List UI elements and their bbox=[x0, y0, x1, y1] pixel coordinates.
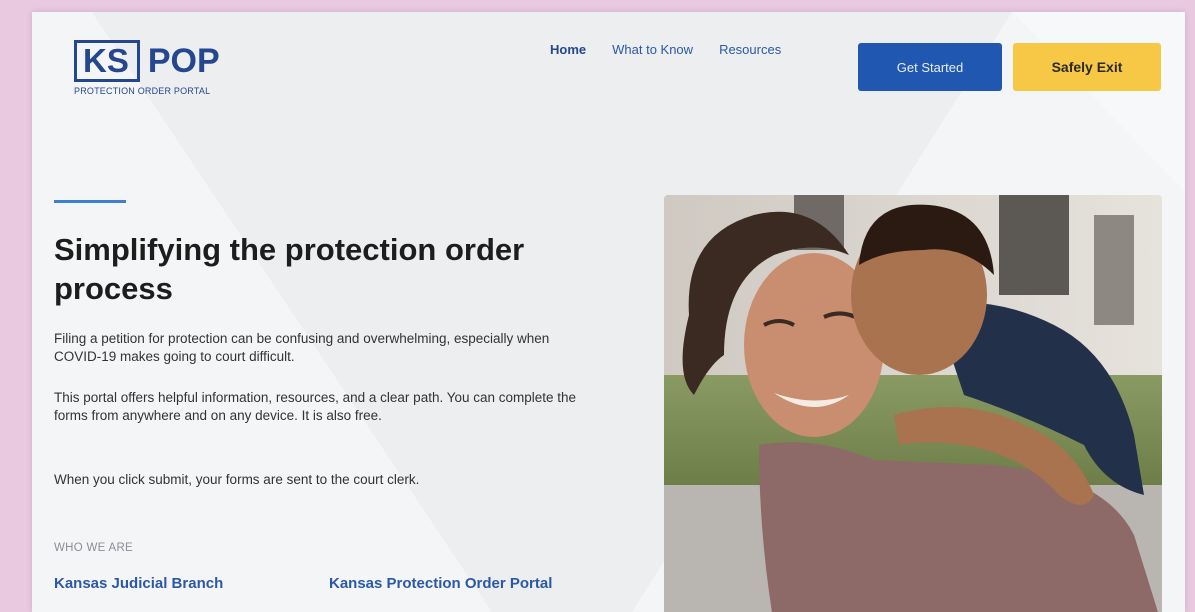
logo-pop-text: POP bbox=[147, 42, 220, 80]
page-frame: KS POP PROTECTION ORDER PORTAL Home What… bbox=[32, 12, 1185, 612]
logo-ks-text: KS bbox=[74, 40, 140, 82]
accent-line bbox=[54, 200, 126, 203]
safely-exit-button[interactable]: Safely Exit bbox=[1013, 43, 1161, 91]
kspop-logo[interactable]: KS POP PROTECTION ORDER PORTAL bbox=[74, 40, 220, 96]
who-we-are-label: WHO WE ARE bbox=[54, 542, 134, 554]
hero-title: Simplifying the protection order process bbox=[54, 232, 525, 306]
hero-paragraph: Filing a petition for protection can be … bbox=[54, 331, 550, 364]
main-nav: Home What to Know Resources bbox=[550, 42, 807, 57]
hero-paragraph: This portal offers helpful information, … bbox=[54, 390, 577, 423]
hero-paragraph: When you click submit, your forms are se… bbox=[54, 472, 420, 487]
nav-home[interactable]: Home bbox=[550, 42, 586, 57]
logo-subtitle: PROTECTION ORDER PORTAL bbox=[74, 86, 211, 96]
hero-photo bbox=[664, 195, 1162, 612]
kansas-judicial-branch-link[interactable]: Kansas Judicial Branch bbox=[54, 575, 223, 592]
kansas-protection-order-portal-link[interactable]: Kansas Protection Order Portal bbox=[329, 575, 552, 592]
nav-what-to-know[interactable]: What to Know bbox=[612, 42, 693, 57]
get-started-button[interactable]: Get Started bbox=[858, 43, 1002, 91]
nav-resources[interactable]: Resources bbox=[719, 42, 781, 57]
